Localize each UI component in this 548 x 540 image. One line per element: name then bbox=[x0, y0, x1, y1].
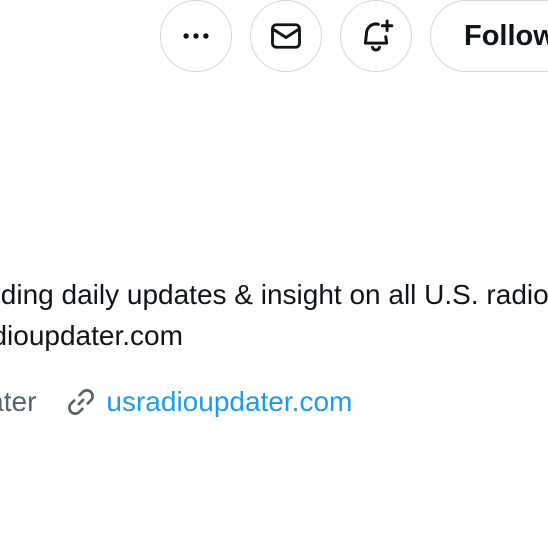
bell-plus-icon bbox=[363, 19, 394, 52]
profile-handle: pdater bbox=[0, 386, 37, 417]
more-horizontal-icon bbox=[183, 33, 209, 39]
profile-meta: pdater usradioupdater.com bbox=[0, 381, 352, 423]
bio-line-1: Providing daily updates & insight on all… bbox=[0, 279, 548, 310]
notifications-button[interactable] bbox=[340, 0, 412, 72]
profile-bio: Providing daily updates & insight on all… bbox=[0, 274, 548, 356]
bio-line-2: usradioupdater.com bbox=[0, 320, 183, 351]
follow-button[interactable]: Follow bbox=[430, 0, 548, 72]
follow-button-label: Follow bbox=[464, 19, 548, 52]
link-icon bbox=[68, 389, 95, 415]
profile-website[interactable]: usradioupdater.com bbox=[64, 385, 352, 419]
website-link[interactable]: usradioupdater.com bbox=[106, 386, 352, 418]
mail-icon bbox=[271, 23, 301, 49]
message-button[interactable] bbox=[250, 0, 322, 72]
more-button[interactable] bbox=[160, 0, 232, 72]
profile-header: Follow Providing daily updates & insight… bbox=[0, 0, 548, 540]
